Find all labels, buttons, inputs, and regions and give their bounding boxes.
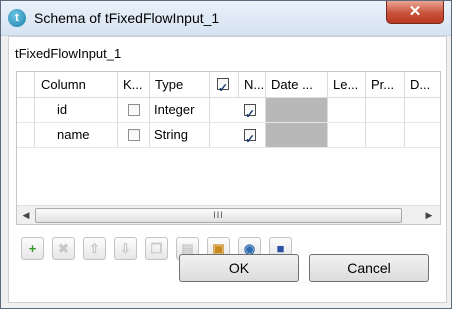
type-cell[interactable]: Integer — [150, 98, 210, 122]
row-header — [17, 123, 35, 147]
key-cell[interactable] — [118, 98, 150, 122]
column-header-column[interactable]: Column — [35, 72, 118, 97]
length-cell[interactable] — [328, 98, 366, 122]
scroll-right-icon[interactable]: ▶ — [422, 208, 436, 222]
column-header-nullable[interactable]: N... — [239, 72, 266, 97]
column-header-precision[interactable]: Pr... — [366, 72, 405, 97]
schema-dialog: t Schema of tFixedFlowInput_1 ✕ tFixedFl… — [0, 0, 452, 309]
column-header-nullable-toggle[interactable] — [210, 72, 239, 97]
remove-row-icon: ✖ — [58, 241, 69, 256]
table-header: Column K... Type N... Date ... Le... Pr.… — [17, 72, 440, 98]
key-checkbox[interactable] — [128, 104, 140, 116]
table-row[interactable]: name String — [17, 123, 440, 148]
close-button[interactable]: ✕ — [386, 1, 444, 24]
nullable-checkbox[interactable] — [244, 127, 256, 147]
row-header — [17, 98, 35, 122]
cancel-button[interactable]: Cancel — [309, 254, 429, 282]
talend-app-icon: t — [8, 9, 26, 27]
move-down-button[interactable]: ⇩ — [114, 237, 137, 260]
column-header-type[interactable]: Type — [150, 72, 210, 97]
type-cell[interactable]: String — [150, 123, 210, 147]
key-checkbox[interactable] — [128, 129, 140, 141]
column-header-key[interactable]: K... — [118, 72, 150, 97]
schema-name-label: tFixedFlowInput_1 — [15, 46, 122, 61]
move-down-icon: ⇩ — [120, 241, 131, 256]
window-title: Schema of tFixedFlowInput_1 — [34, 10, 220, 26]
nullable-all-checkbox[interactable] — [217, 76, 229, 97]
table-row[interactable]: id Integer — [17, 98, 440, 123]
move-up-icon: ⇧ — [89, 241, 100, 256]
add-row-button[interactable]: + — [21, 237, 44, 260]
nullable-cell[interactable] — [210, 98, 266, 122]
default-cell[interactable] — [405, 123, 440, 147]
date-pattern-cell — [266, 98, 328, 122]
column-header-default[interactable]: D... — [405, 72, 440, 97]
column-header-date-pattern[interactable]: Date ... — [266, 72, 328, 97]
row-header-corner — [17, 72, 35, 97]
date-pattern-cell — [266, 123, 328, 147]
add-row-icon: + — [28, 241, 37, 256]
move-up-button[interactable]: ⇧ — [83, 237, 106, 260]
precision-cell[interactable] — [366, 123, 405, 147]
horizontal-scrollbar[interactable]: ◀ III ▶ — [17, 205, 440, 224]
dialog-content: tFixedFlowInput_1 Column K... Type N... … — [8, 36, 447, 303]
copy-button[interactable]: ❐ — [145, 237, 168, 260]
length-cell[interactable] — [328, 123, 366, 147]
copy-icon: ❐ — [150, 241, 163, 256]
title-bar[interactable]: t Schema of tFixedFlowInput_1 ✕ — [1, 1, 451, 36]
ok-button[interactable]: OK — [179, 254, 299, 282]
schema-table[interactable]: Column K... Type N... Date ... Le... Pr.… — [16, 71, 441, 225]
remove-row-button[interactable]: ✖ — [52, 237, 75, 260]
column-header-length[interactable]: Le... — [328, 72, 366, 97]
nullable-checkbox[interactable] — [244, 102, 256, 122]
default-cell[interactable] — [405, 98, 440, 122]
scrollbar-thumb[interactable]: III — [35, 208, 402, 223]
scroll-left-icon[interactable]: ◀ — [19, 208, 33, 222]
precision-cell[interactable] — [366, 98, 405, 122]
nullable-cell[interactable] — [210, 123, 266, 147]
column-name-cell[interactable]: name — [35, 123, 118, 147]
column-name-cell[interactable]: id — [35, 98, 118, 122]
key-cell[interactable] — [118, 123, 150, 147]
